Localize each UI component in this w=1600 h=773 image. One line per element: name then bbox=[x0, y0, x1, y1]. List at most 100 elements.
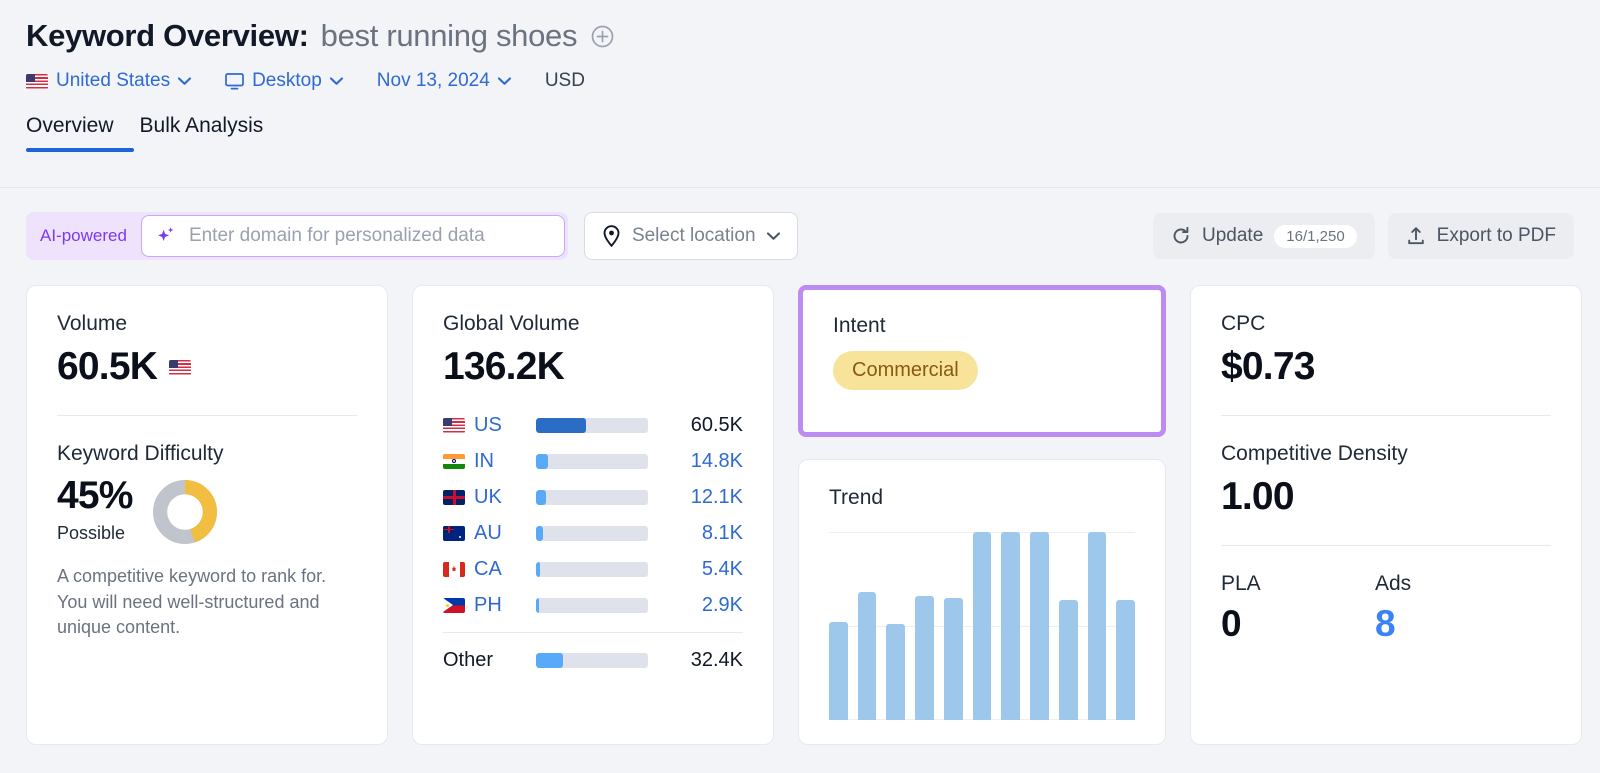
export-pdf-button[interactable]: Export to PDF bbox=[1387, 213, 1574, 259]
trend-bars bbox=[829, 532, 1136, 720]
intent-label: Intent bbox=[833, 314, 886, 337]
chevron-down-icon bbox=[178, 77, 192, 85]
tab-overview[interactable]: Overview bbox=[26, 114, 114, 152]
country-bar-track bbox=[536, 525, 648, 541]
tab-bar: Overview Bulk Analysis bbox=[0, 114, 1600, 152]
competitive-density-label: Competitive Density bbox=[1221, 442, 1408, 465]
trend-bar bbox=[1001, 532, 1021, 720]
device-selector[interactable]: Desktop bbox=[225, 70, 343, 92]
country-volume-row[interactable]: CA 5.4K bbox=[443, 551, 743, 587]
au-flag-icon bbox=[443, 525, 465, 541]
date-selector[interactable]: Nov 13, 2024 bbox=[377, 70, 511, 92]
country-volume-row[interactable]: UK 12.1K bbox=[443, 479, 743, 515]
kd-status: Possible bbox=[57, 523, 126, 543]
meta-row: United States Desktop Nov 13, 2024 USD bbox=[26, 70, 1600, 92]
keyword-overview-page: Keyword Overview: best running shoes Uni… bbox=[0, 0, 1600, 773]
domain-input[interactable] bbox=[188, 225, 550, 247]
toolbar: AI-powered Select location bbox=[26, 212, 1574, 260]
kd-text-group: 45% Possible bbox=[57, 474, 133, 544]
us-flag-icon bbox=[443, 417, 465, 433]
country-volume-value: 14.8K bbox=[690, 449, 743, 472]
country-bar-fill bbox=[536, 597, 540, 613]
volume-card: Volume 60.5K Keyword Difficulty 45% Poss… bbox=[26, 285, 388, 745]
country-bar-track bbox=[536, 417, 648, 433]
country-code: IN bbox=[474, 449, 494, 472]
refresh-icon bbox=[1173, 226, 1189, 244]
intent-card[interactable]: Intent Commercial bbox=[798, 285, 1166, 437]
uk-flag-icon bbox=[443, 489, 465, 505]
us-flag-icon bbox=[26, 73, 48, 89]
export-label: Export to PDF bbox=[1436, 225, 1556, 246]
tab-bulk-analysis[interactable]: Bulk Analysis bbox=[140, 114, 264, 152]
page-title: Keyword Overview: bbox=[26, 18, 309, 53]
cpc-label: CPC bbox=[1221, 312, 1266, 335]
update-count-badge: 16/1,250 bbox=[1274, 224, 1357, 248]
trend-bar bbox=[1058, 599, 1078, 720]
trend-bar bbox=[915, 595, 934, 720]
global-volume-card: Global Volume 136.2K US 60.5K IN 14.8K UK 12.… bbox=[412, 285, 774, 745]
currency-label: USD bbox=[545, 70, 585, 92]
trend-label: Trend bbox=[829, 486, 884, 509]
trend-bar bbox=[972, 532, 992, 720]
us-flag-icon bbox=[169, 359, 192, 375]
location-selector[interactable]: Select location bbox=[583, 212, 798, 260]
card-divider bbox=[57, 415, 357, 416]
currency-text: USD bbox=[544, 70, 585, 91]
page-header: Keyword Overview: best running shoes Uni… bbox=[0, 0, 1600, 92]
other-bar-track bbox=[536, 652, 648, 668]
kd-value: 45% bbox=[57, 474, 133, 517]
country-bar-fill bbox=[536, 561, 541, 577]
country-volume-row[interactable]: IN 14.8K bbox=[443, 443, 743, 479]
domain-input-wrapper[interactable] bbox=[140, 215, 565, 257]
location-label: Select location bbox=[631, 225, 756, 246]
country-bar-track bbox=[536, 561, 648, 577]
keyword-difficulty-row: 45% Possible bbox=[57, 474, 357, 544]
other-label: Other bbox=[443, 648, 494, 671]
keyword-difficulty-label: Keyword Difficulty bbox=[57, 442, 224, 465]
sparkle-icon bbox=[157, 226, 174, 241]
monitor-icon bbox=[225, 72, 244, 89]
country-volume-value: 5.4K bbox=[701, 557, 743, 580]
other-row: Other 32.4K bbox=[443, 642, 743, 678]
other-divider bbox=[443, 632, 743, 633]
update-button[interactable]: Update 16/1,250 bbox=[1153, 213, 1375, 259]
country-volume-row[interactable]: AU 8.1K bbox=[443, 515, 743, 551]
country-bar-fill bbox=[536, 525, 543, 541]
country-bar-track bbox=[536, 489, 648, 505]
trend-chart bbox=[829, 532, 1136, 720]
plus-circle-icon[interactable] bbox=[591, 25, 614, 48]
country-code: AU bbox=[474, 521, 502, 544]
chevron-down-icon bbox=[329, 77, 343, 85]
volume-value: 60.5K bbox=[57, 345, 158, 388]
cpc-divider-1 bbox=[1221, 415, 1551, 416]
country-volume-row[interactable]: US 60.5K bbox=[443, 407, 743, 443]
trend-bar bbox=[857, 592, 877, 720]
pla-ads-row: PLA 0 Ads 8 bbox=[1221, 572, 1551, 645]
ads-column: Ads 8 bbox=[1375, 572, 1529, 645]
kd-donut-chart bbox=[152, 480, 217, 544]
competitive-density-value: 1.00 bbox=[1221, 475, 1295, 518]
pla-label: PLA bbox=[1221, 572, 1261, 595]
volume-label: Volume bbox=[57, 312, 128, 335]
country-volume-row[interactable]: PH 2.9K bbox=[443, 587, 743, 623]
volume-value-row: 60.5K bbox=[57, 345, 357, 389]
trend-bar bbox=[829, 622, 848, 720]
trend-bar bbox=[1116, 599, 1136, 720]
ai-domain-group: AI-powered bbox=[26, 212, 568, 260]
ads-value[interactable]: 8 bbox=[1375, 603, 1529, 645]
country-volume-list: US 60.5K IN 14.8K UK 12.1K AU 8.1K CA 5.4K PH 2.9K bbox=[443, 407, 743, 623]
export-upload-icon bbox=[1407, 227, 1424, 245]
trend-bar bbox=[943, 597, 963, 720]
metric-card-grid: Volume 60.5K Keyword Difficulty 45% Poss… bbox=[26, 285, 1582, 745]
country-code: CA bbox=[474, 557, 502, 580]
country-volume-value: 2.9K bbox=[701, 593, 743, 616]
other-bar-fill bbox=[536, 652, 563, 668]
tab-divider bbox=[0, 187, 1600, 188]
in-flag-icon bbox=[443, 453, 465, 469]
country-selector[interactable]: United States bbox=[26, 70, 192, 92]
cpc-divider-2 bbox=[1221, 545, 1551, 546]
country-bar-fill bbox=[536, 489, 547, 505]
country-code: PH bbox=[474, 593, 502, 616]
cpc-card: CPC $0.73 Competitive Density 1.00 PLA 0… bbox=[1190, 285, 1582, 745]
country-code: US bbox=[474, 413, 502, 436]
